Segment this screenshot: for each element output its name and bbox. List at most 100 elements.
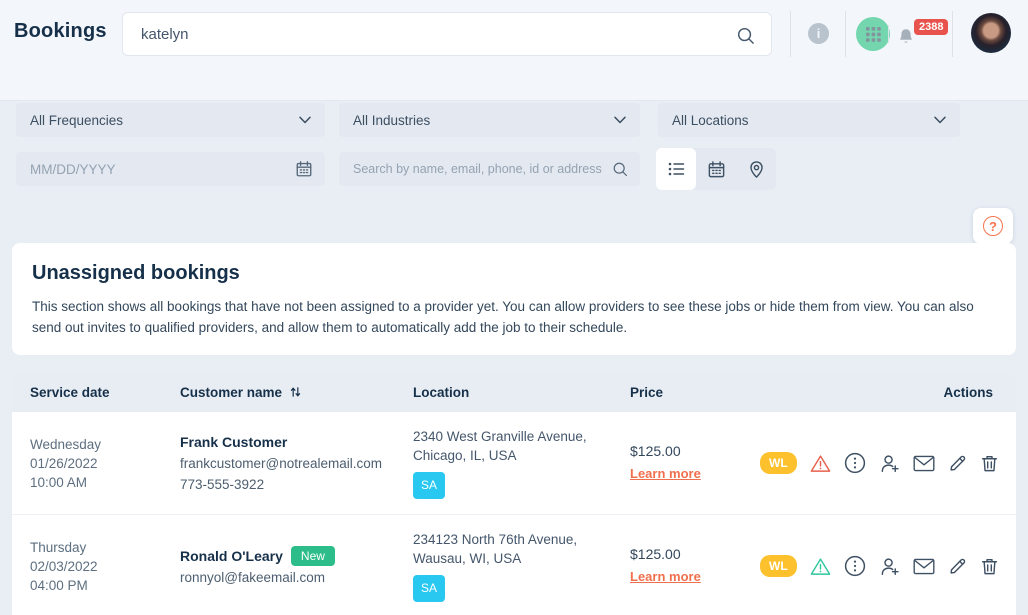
help-button[interactable]: ?: [973, 208, 1013, 244]
service-date-cell: Wednesday 01/26/2022 10:00 AM: [30, 435, 180, 492]
divider: [845, 11, 846, 57]
service-time: 10:00 AM: [30, 473, 180, 492]
notifications-bell-icon[interactable]: [896, 27, 916, 48]
top-header: Bookings i 2388: [0, 0, 1028, 101]
table-row: Thursday 02/03/2022 04:00 PM Ronald O'Le…: [12, 515, 1016, 615]
delete-icon[interactable]: [980, 557, 999, 576]
assign-provider-icon[interactable]: [879, 556, 900, 577]
booking-search-field[interactable]: [339, 152, 640, 186]
address-line2: Chicago, IL, USA: [413, 446, 630, 465]
actions-cell: WL: [760, 555, 999, 577]
customer-email[interactable]: frankcustomer@notrealemail.com: [180, 453, 413, 474]
calendar-view-icon: [707, 160, 726, 179]
help-glyph: ?: [989, 219, 997, 234]
customer-email[interactable]: ronnyol@fakeemail.com: [180, 567, 413, 588]
section-description: This section shows all bookings that hav…: [32, 296, 996, 338]
chevron-down-icon: [934, 116, 946, 124]
address-line1: 234123 North 76th Avenue,: [413, 530, 630, 549]
user-avatar[interactable]: [971, 13, 1011, 53]
header-actions: Actions: [943, 385, 993, 400]
learn-more-link[interactable]: Learn more: [630, 466, 701, 481]
frequency-filter-label: All Frequencies: [30, 113, 123, 128]
divider: [952, 11, 953, 57]
address-line1: 2340 West Granville Avenue,: [413, 427, 630, 446]
location-filter-label: All Locations: [672, 113, 749, 128]
map-pin-icon: [747, 160, 766, 179]
learn-more-link[interactable]: Learn more: [630, 569, 701, 584]
calendar-view-button[interactable]: [696, 148, 736, 190]
edit-icon[interactable]: [948, 557, 967, 576]
table-row: Wednesday 01/26/2022 10:00 AM Frank Cust…: [12, 412, 1016, 515]
customer-name[interactable]: Ronald O'Leary: [180, 548, 283, 564]
industry-filter-dropdown[interactable]: All Industries: [339, 103, 640, 137]
header-service-date: Service date: [30, 385, 180, 400]
list-view-button[interactable]: [656, 148, 696, 190]
header-customer-name[interactable]: Customer name: [180, 385, 413, 400]
waitlist-badge[interactable]: WL: [760, 452, 797, 474]
location-cell: 234123 North 76th Avenue, Wausau, WI, US…: [413, 530, 630, 602]
unassigned-bookings-card: Unassigned bookings This section shows a…: [12, 243, 1016, 355]
service-date: 02/03/2022: [30, 557, 180, 576]
warning-icon[interactable]: [810, 557, 831, 576]
search-icon[interactable]: [612, 161, 628, 177]
service-time: 04:00 PM: [30, 576, 180, 595]
service-day: Thursday: [30, 538, 180, 557]
table-header-row: Service date Customer name Location Pric…: [12, 372, 1016, 412]
email-icon[interactable]: [913, 558, 935, 575]
email-icon[interactable]: [913, 455, 935, 472]
customer-cell: Frank Customer frankcustomer@notrealemai…: [180, 431, 413, 495]
list-view-icon: [666, 159, 686, 179]
new-badge: New: [291, 546, 335, 566]
price-amount: $125.00: [630, 546, 760, 562]
location-filter-dropdown[interactable]: All Locations: [658, 103, 960, 137]
delete-icon[interactable]: [980, 454, 999, 473]
price-cell: $125.00 Learn more: [630, 443, 760, 483]
view-toggle-group: [656, 148, 776, 190]
apps-grid-icon[interactable]: [856, 17, 890, 51]
notification-count-badge[interactable]: 2388: [914, 19, 948, 35]
customer-phone[interactable]: 773-555-3922: [180, 474, 413, 495]
grid-glyph: [866, 27, 881, 42]
section-title: Unassigned bookings: [32, 262, 996, 285]
address-line2: Wausau, WI, USA: [413, 549, 630, 568]
industry-filter-label: All Industries: [353, 113, 430, 128]
chevron-down-icon: [614, 116, 626, 124]
map-view-button[interactable]: [736, 148, 776, 190]
header-price: Price: [630, 385, 760, 400]
assign-provider-icon[interactable]: [879, 453, 900, 474]
frequency-filter-dropdown[interactable]: All Frequencies: [16, 103, 325, 137]
service-day: Wednesday: [30, 435, 180, 454]
date-filter-field[interactable]: [16, 152, 325, 186]
chevron-down-icon: [299, 116, 311, 124]
price-amount: $125.00: [630, 443, 760, 459]
date-filter-input[interactable]: [16, 152, 295, 186]
location-cell: 2340 West Granville Avenue, Chicago, IL,…: [413, 427, 630, 499]
divider: [790, 11, 791, 57]
service-date: 01/26/2022: [30, 454, 180, 473]
info-glyph: i: [817, 26, 821, 41]
service-date-cell: Thursday 02/03/2022 04:00 PM: [30, 538, 180, 595]
booking-search-input[interactable]: [339, 152, 612, 186]
bookings-table: Service date Customer name Location Pric…: [12, 372, 1016, 615]
header-customer-name-label: Customer name: [180, 385, 282, 400]
header-location: Location: [413, 385, 630, 400]
global-search[interactable]: [122, 12, 772, 56]
more-options-icon[interactable]: [844, 555, 866, 577]
customer-name[interactable]: Frank Customer: [180, 434, 287, 450]
more-options-icon[interactable]: [844, 452, 866, 474]
service-area-badge: SA: [413, 575, 445, 602]
edit-icon[interactable]: [948, 454, 967, 473]
global-search-input[interactable]: [123, 13, 771, 55]
calendar-icon[interactable]: [295, 160, 313, 178]
info-icon[interactable]: i: [808, 23, 829, 44]
actions-cell: WL: [760, 452, 999, 474]
waitlist-badge[interactable]: WL: [760, 555, 797, 577]
customer-cell: Ronald O'Leary New ronnyol@fakeemail.com: [180, 545, 413, 588]
warning-icon[interactable]: [810, 454, 831, 473]
divider: [888, 25, 889, 43]
sort-icon[interactable]: [289, 385, 302, 399]
price-cell: $125.00 Learn more: [630, 546, 760, 586]
search-icon[interactable]: [736, 26, 755, 45]
question-mark-icon: ?: [983, 216, 1003, 236]
service-area-badge: SA: [413, 472, 445, 499]
